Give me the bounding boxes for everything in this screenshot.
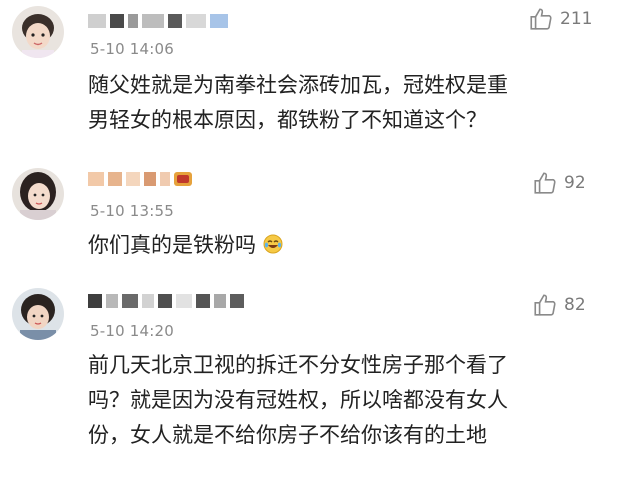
username-redacted[interactable] — [88, 290, 244, 312]
comment-time: 5-10 14:06 — [90, 40, 175, 58]
like-button[interactable]: 92 — [532, 170, 586, 196]
like-count: 82 — [564, 295, 586, 315]
thumbs-up-icon — [534, 294, 556, 316]
username-redacted[interactable] — [88, 10, 228, 32]
vip-badge-icon — [174, 172, 192, 186]
like-count: 92 — [564, 173, 586, 193]
username-redacted[interactable] — [88, 168, 192, 190]
thumbs-up-icon — [530, 8, 552, 30]
comment-text-line: 随父姓就是为南拳社会添砖加瓦，冠姓权是重 — [88, 73, 508, 97]
comment-text: 你们真的是铁粉吗 — [88, 228, 608, 265]
comment-time: 5-10 13:55 — [90, 202, 175, 220]
avatar[interactable] — [12, 288, 64, 340]
laughing-crying-emoji-icon — [263, 230, 283, 265]
comment-item: 5-10 14:06 211 随父姓就是为南拳社会添砖加瓦，冠姓权是重 男轻女的… — [0, 0, 640, 160]
avatar[interactable] — [12, 168, 64, 220]
like-button[interactable]: 211 — [528, 6, 592, 32]
comment-text-line: 男轻女的根本原因，都铁粉了不知道这个？ — [88, 108, 487, 132]
comment-text-line: 吗？就是因为没有冠姓权，所以啥都没有女人 — [88, 388, 508, 412]
like-button[interactable]: 82 — [532, 292, 586, 318]
comment-text-line: 你们真的是铁粉吗 — [88, 233, 256, 257]
comment-text-line: 前几天北京卫视的拆迁不分女性房子那个看了 — [88, 353, 508, 377]
comment-item: 5-10 13:55 92 你们真的是铁粉吗 — [0, 160, 640, 280]
thumbs-up-icon — [534, 172, 556, 194]
comment-text: 随父姓就是为南拳社会添砖加瓦，冠姓权是重 男轻女的根本原因，都铁粉了不知道这个？ — [88, 68, 608, 138]
comment-time: 5-10 14:20 — [90, 322, 175, 340]
comment-text: 前几天北京卫视的拆迁不分女性房子那个看了 吗？就是因为没有冠姓权，所以啥都没有女… — [88, 348, 608, 453]
comment-item: 5-10 14:20 82 前几天北京卫视的拆迁不分女性房子那个看了 吗？就是因… — [0, 280, 640, 479]
avatar[interactable] — [12, 6, 64, 58]
like-count: 211 — [560, 9, 593, 29]
comment-text-line: 份，女人就是不给你房子不给你该有的土地 — [88, 423, 487, 447]
